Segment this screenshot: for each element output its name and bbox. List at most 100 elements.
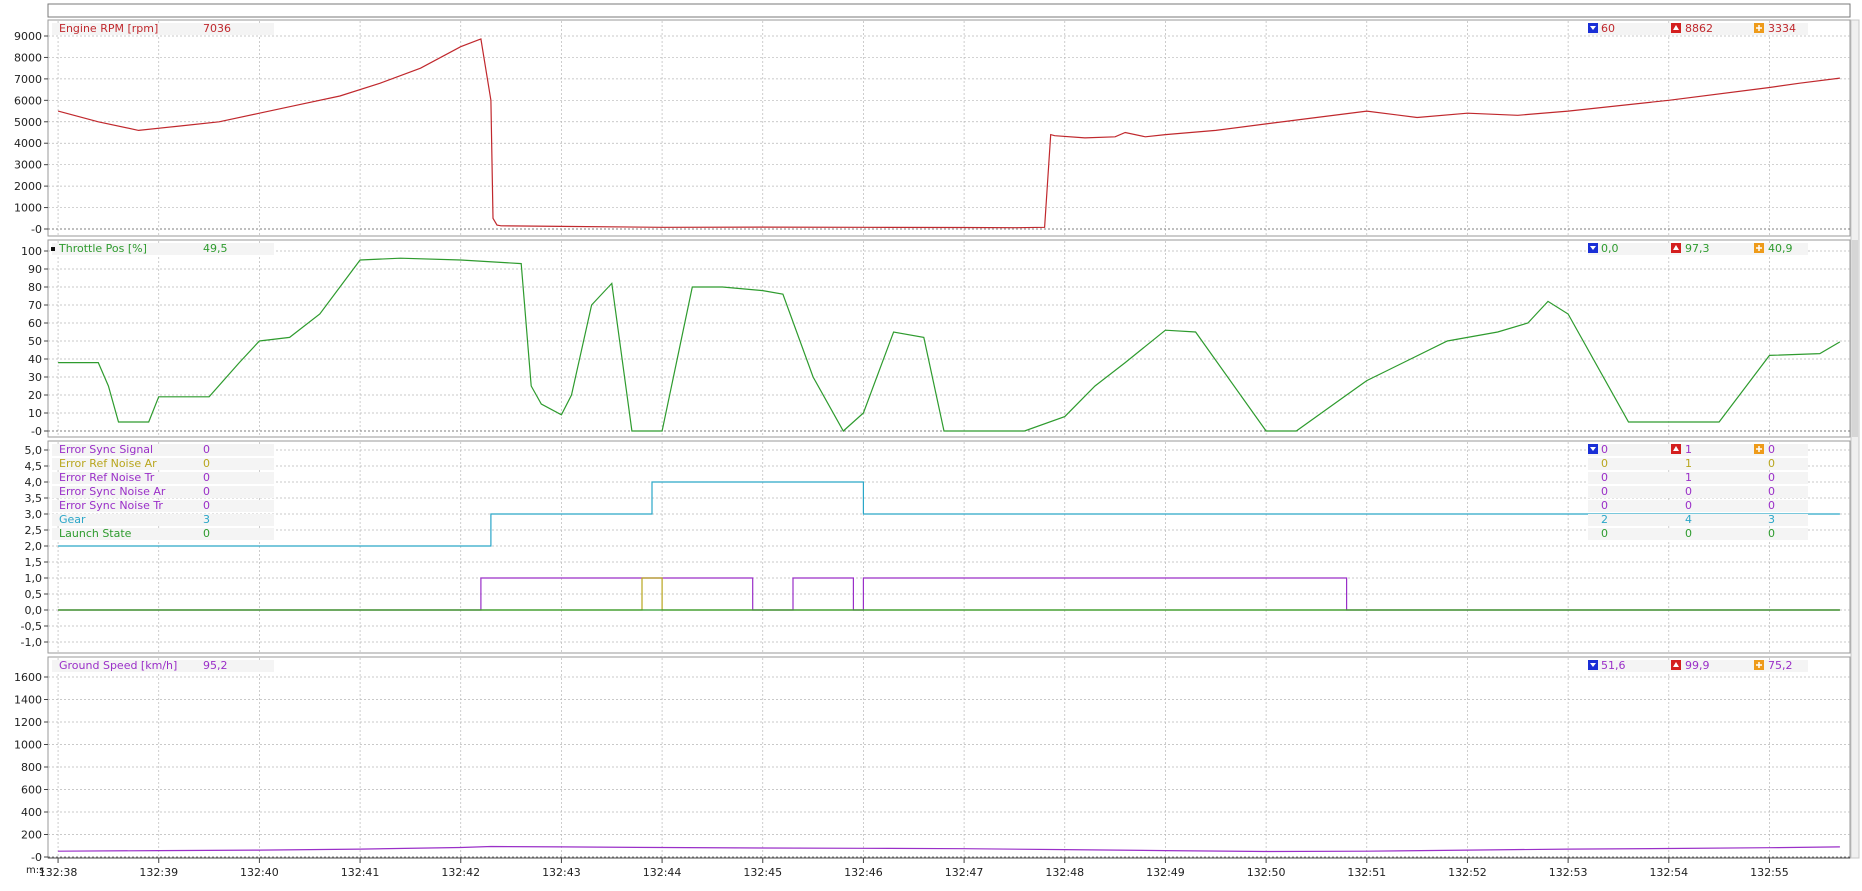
x-tick-label: 132:52 <box>1448 866 1487 879</box>
x-tick-label: 132:41 <box>341 866 380 879</box>
y-tick-label: 1600 <box>14 671 42 684</box>
x-tick-label: 132:48 <box>1045 866 1084 879</box>
channel-max-value: 99,9 <box>1685 659 1710 672</box>
vertical-scrollbar[interactable] <box>1850 19 1860 859</box>
channel-avg-value: 0 <box>1768 443 1775 456</box>
x-tick-label: 132:42 <box>441 866 480 879</box>
y-tick-label: 7000 <box>14 73 42 86</box>
channel-current-value: 0 <box>203 485 210 498</box>
channel-stats-bg <box>1588 514 1808 526</box>
y-tick-label: 2,0 <box>25 540 43 553</box>
channel-min-value: 0 <box>1601 443 1608 456</box>
x-tick-label: 132:44 <box>643 866 682 879</box>
y-tick-label: 1400 <box>14 694 42 707</box>
channel-name[interactable]: Error Ref Noise Ar <box>59 457 157 470</box>
channel-max-value: 4 <box>1685 513 1692 526</box>
y-tick-label: -0,5 <box>21 620 42 633</box>
y-tick-label: 70 <box>28 299 42 312</box>
channel-avg-value: 3334 <box>1768 22 1796 35</box>
channel-name[interactable]: Error Sync Noise Tr <box>59 499 163 512</box>
y-tick-label: -0 <box>31 425 42 438</box>
x-tick-label: 132:51 <box>1347 866 1386 879</box>
channel-min-value: 51,6 <box>1601 659 1626 672</box>
y-tick-label: 2000 <box>14 180 42 193</box>
y-tick-label: 1,5 <box>25 556 43 569</box>
channel-current-value: 0 <box>203 499 210 512</box>
channel-max-value: 0 <box>1685 499 1692 512</box>
y-tick-label: 600 <box>21 784 42 797</box>
channel-stats-bg <box>1588 486 1808 498</box>
y-tick-label: -0 <box>31 223 42 236</box>
y-tick-label: 4,0 <box>25 476 43 489</box>
y-tick-label: 800 <box>21 761 42 774</box>
channel-name[interactable]: Launch State <box>59 527 132 540</box>
telemetry-chart: 900080007000600050004000300020001000-0En… <box>0 0 1862 887</box>
y-tick-label: 20 <box>28 389 42 402</box>
y-tick-label: 1000 <box>14 739 42 752</box>
y-tick-label: 60 <box>28 317 42 330</box>
channel-max-value: 1 <box>1685 443 1692 456</box>
channel-stats-bg <box>1588 528 1808 540</box>
y-tick-label: 0,5 <box>25 588 43 601</box>
channel-min-value: 0 <box>1601 457 1608 470</box>
channel-avg-value: 0 <box>1768 527 1775 540</box>
channel-name[interactable]: Error Sync Noise Ar <box>59 485 166 498</box>
x-tick-label: 132:40 <box>240 866 279 879</box>
x-tick-label: 132:47 <box>945 866 984 879</box>
channel-avg-value: 0 <box>1768 457 1775 470</box>
y-tick-label: 4,5 <box>25 460 43 473</box>
y-tick-label: 4000 <box>14 137 42 150</box>
panel-3: 5,0 4,5 4,0 3,5 3,0 2,5 2,0 1,5 1,0 0,5 0,0 -0,5 -1,… <box>21 440 1851 654</box>
y-tick-label: 5,0 <box>25 444 43 457</box>
channel-name[interactable]: Throttle Pos [%] <box>58 242 147 255</box>
y-tick-label: -0 <box>31 851 42 864</box>
channel-min-value: 0 <box>1601 471 1608 484</box>
top-toolbar-strip <box>47 3 1851 18</box>
channel-current-value: 3 <box>203 513 210 526</box>
panel-frame <box>47 19 1851 237</box>
channel-name[interactable]: Gear <box>59 513 86 526</box>
y-tick-label: 5000 <box>14 116 42 129</box>
selected-channel-marker <box>51 247 55 251</box>
y-tick-label: 10 <box>28 407 42 420</box>
channel-avg-value: 0 <box>1768 485 1775 498</box>
x-tick-label: 132:50 <box>1247 866 1286 879</box>
channel-min-value: 2 <box>1601 513 1608 526</box>
channel-name[interactable]: Ground Speed [km/h] <box>59 659 177 672</box>
channel-avg-value: 75,2 <box>1768 659 1793 672</box>
y-tick-label: 8000 <box>14 51 42 64</box>
x-axis-unit: m:s <box>26 865 44 876</box>
channel-stats-bg <box>1588 458 1808 470</box>
channel-name[interactable]: Error Ref Noise Tr <box>59 471 155 484</box>
channel-avg-value: 0 <box>1768 471 1775 484</box>
panel-1: 9000 8000 7000 6000 5000 4000 3000 2000 1000 -0 En… <box>14 19 1851 237</box>
y-tick-label: -1,0 <box>21 636 42 649</box>
channel-current-value: 95,2 <box>203 659 228 672</box>
channel-name[interactable]: Engine RPM [rpm] <box>59 22 158 35</box>
channel-min-value: 60 <box>1601 22 1615 35</box>
y-tick-label: 3,5 <box>25 492 43 505</box>
channel-min-value: 0 <box>1601 527 1608 540</box>
y-tick-label: 50 <box>28 335 42 348</box>
y-tick-label: 1000 <box>14 202 42 215</box>
telemetry-window: 9000 8000 7000 6000 5000 4000 3000 2000 1000 -0 En… <box>0 0 1862 887</box>
channel-avg-value: 0 <box>1768 499 1775 512</box>
channel-current-value: 0 <box>203 457 210 470</box>
y-tick-label: 100 <box>21 245 42 258</box>
channel-stats-bg <box>1588 444 1808 456</box>
channel-current-value: 7036 <box>203 22 231 35</box>
channel-max-value: 8862 <box>1685 22 1713 35</box>
panel-frame <box>47 440 1851 654</box>
x-tick-label: 132:39 <box>139 866 178 879</box>
y-tick-label: 90 <box>28 263 42 276</box>
channel-current-value: 0 <box>203 527 210 540</box>
x-tick-label: 132:53 <box>1549 866 1588 879</box>
y-tick-label: 30 <box>28 371 42 384</box>
channel-max-value: 1 <box>1685 457 1692 470</box>
channel-name[interactable]: Error Sync Signal <box>59 443 153 456</box>
channel-current-value: 49,5 <box>203 242 228 255</box>
y-tick-label: 3000 <box>14 159 42 172</box>
scrollbar-thumb[interactable] <box>1852 240 1858 437</box>
channel-max-value: 97,3 <box>1685 242 1710 255</box>
channel-current-value: 0 <box>203 443 210 456</box>
